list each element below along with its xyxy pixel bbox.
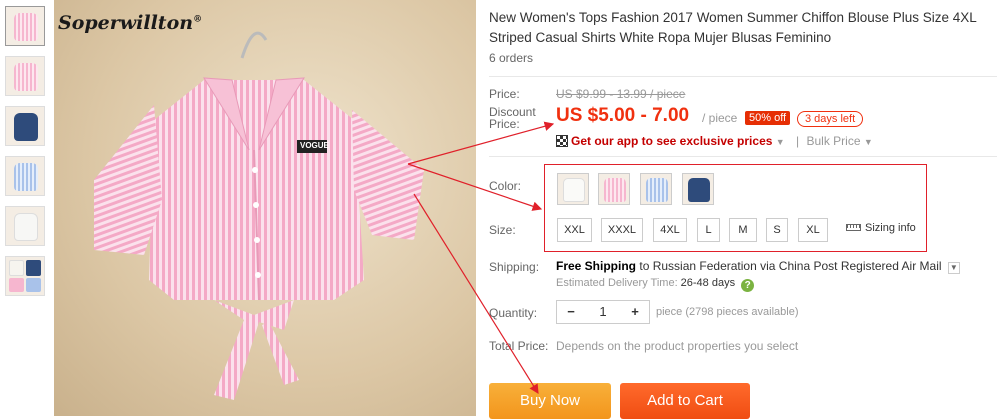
shipping-to: to [639, 259, 650, 273]
thumbnail-5[interactable] [5, 206, 45, 246]
discount-price: US $5.00 - 7.00 [556, 105, 690, 126]
total-price-label: Total Price: [489, 339, 549, 353]
thumbnail-1[interactable] [5, 6, 45, 46]
size-option-l[interactable]: L [697, 218, 720, 242]
thumbnail-shirt-icon [14, 13, 38, 41]
shipping-country: Russian Federation [652, 259, 757, 273]
thumbnail-6[interactable] [5, 256, 45, 296]
quantity-increment-button[interactable]: + [621, 301, 649, 323]
color-swatch-pink[interactable] [598, 173, 630, 205]
per-unit: / piece [702, 111, 738, 125]
size-option-m[interactable]: M [729, 218, 757, 242]
size-label: Size: [489, 223, 516, 237]
free-shipping: Free Shipping [556, 259, 637, 273]
color-swatch-white[interactable] [557, 173, 589, 205]
brand-watermark: Soperwillton® [58, 12, 202, 34]
thumbnail-3[interactable] [5, 106, 45, 146]
qr-code-icon [556, 135, 568, 147]
product-main-image[interactable]: VOGUE Soperwillton® [54, 0, 476, 416]
sizing-info-label: Sizing info [865, 222, 916, 234]
chevron-down-icon[interactable]: ▼ [864, 137, 873, 147]
chevron-down-icon[interactable]: ▼ [776, 137, 785, 147]
delivery-time: Estimated Delivery Time: 26-48 days ? [556, 277, 755, 292]
shirt-icon [646, 178, 668, 202]
ruler-icon [846, 224, 861, 231]
separator: | [796, 134, 800, 148]
discount-badge: 50% off [745, 111, 791, 125]
app-promo-link[interactable]: Get our app to see exclusive prices [571, 134, 772, 148]
shirt-badge-label: VOGUE [300, 141, 329, 150]
bulk-price-link[interactable]: Bulk Price [807, 134, 861, 148]
shipping-via: via China Post Registered Air Mail [760, 259, 942, 273]
thumbnail-strip [5, 6, 45, 306]
thumbnail-shirt-icon [14, 113, 38, 141]
thumbnail-2[interactable] [5, 56, 45, 96]
size-option-4xl[interactable]: 4XL [653, 218, 687, 242]
divider [489, 156, 997, 157]
thumbnail-shirt-icon [14, 213, 38, 241]
app-promo-row: Get our app to see exclusive prices ▼ | … [556, 134, 873, 148]
shipping-method[interactable]: Free Shipping to Russian Federation via … [556, 259, 960, 274]
quantity-input[interactable]: 1 [585, 301, 621, 323]
product-title: New Women's Tops Fashion 2017 Women Summ… [489, 10, 977, 45]
shirt-icon [604, 178, 626, 202]
buy-now-button[interactable]: Buy Now [489, 383, 611, 419]
eta-label: Estimated Delivery Time: [556, 277, 678, 289]
divider [489, 76, 997, 77]
size-option-s[interactable]: S [766, 218, 788, 242]
quantity-stepper: − 1 + [556, 300, 650, 324]
pink-blouse-illustration [94, 31, 424, 400]
price-label: Price: [489, 87, 520, 101]
registered-mark: ® [193, 14, 203, 25]
original-price: US $9.99 - 13.99 / piece [556, 87, 686, 101]
orders-count[interactable]: 6 orders [489, 51, 533, 65]
days-left-badge: 3 days left [797, 111, 864, 127]
discount-price-label: Discount Price: [489, 106, 536, 130]
brand-name: Soperwillton [58, 12, 194, 34]
thumbnail-4[interactable] [5, 156, 45, 196]
help-icon[interactable]: ? [741, 279, 755, 292]
add-to-cart-button[interactable]: Add to Cart [620, 383, 750, 419]
sizing-info-link[interactable]: Sizing info [846, 222, 916, 234]
shipping-label: Shipping: [489, 260, 540, 274]
size-option-xxl[interactable]: XXL [557, 218, 592, 242]
quantity-availability: piece (2798 pieces available) [656, 306, 799, 318]
shirt-icon [688, 178, 710, 202]
eta-days: 26-48 days [680, 277, 736, 289]
thumbnail-grid-icon [9, 260, 41, 292]
size-option-xl[interactable]: XL [798, 218, 828, 242]
chevron-down-icon[interactable]: ▼ [947, 262, 960, 274]
size-option-xxxl[interactable]: XXXL [601, 218, 643, 242]
quantity-label: Quantity: [489, 306, 538, 320]
quantity-decrement-button[interactable]: − [557, 301, 585, 323]
color-swatch-blue[interactable] [640, 173, 672, 205]
color-label: Color: [489, 179, 522, 193]
color-swatch-navy[interactable] [682, 173, 714, 205]
shirt-icon [563, 178, 585, 202]
discount-price-label-line2: Price: [489, 117, 520, 131]
thumbnail-shirt-icon [14, 163, 38, 191]
total-price-note: Depends on the product properties you se… [556, 339, 799, 353]
thumbnail-shirt-icon [14, 63, 38, 91]
